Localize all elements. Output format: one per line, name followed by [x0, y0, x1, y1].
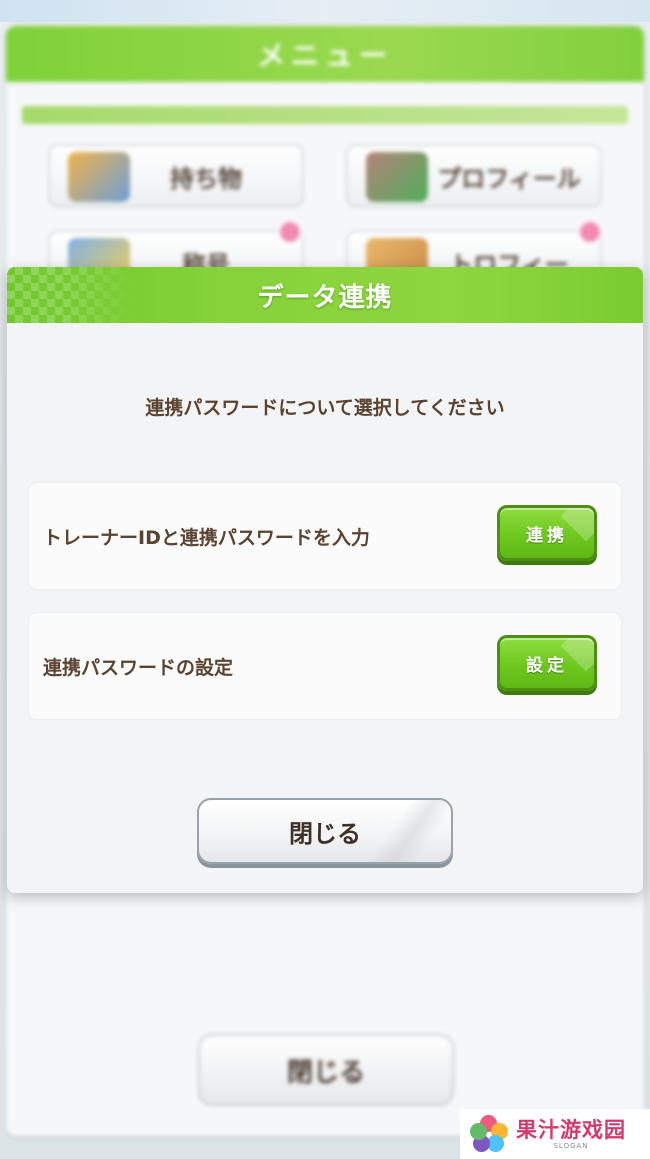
- menu-button-items: 持ち物: [48, 144, 304, 208]
- link-button[interactable]: 連携: [497, 505, 597, 561]
- watermark-slogan: SLOGAN: [553, 1142, 589, 1150]
- menu-title: メニュー: [256, 39, 393, 72]
- top-status-strip: [0, 0, 650, 22]
- items-icon: [68, 152, 130, 202]
- menu-close-button: 閉じる: [198, 1034, 454, 1106]
- menu-close-label: 閉じる: [286, 1057, 365, 1088]
- menu-button-profile: プロフィール: [346, 144, 602, 208]
- profile-icon: [366, 152, 428, 202]
- dialog-title: データ連携: [257, 282, 393, 313]
- option-row-link: トレーナーIDと連携パスワードを入力 連携: [29, 483, 621, 589]
- notification-badge: [578, 220, 602, 244]
- menu-section-bar: [22, 106, 628, 124]
- watermark: 果汁游戏园 SLOGAN: [460, 1109, 650, 1159]
- close-button[interactable]: 閉じる: [197, 798, 453, 864]
- link-button-label: 連携: [526, 525, 568, 546]
- dialog-prompt: 連携パスワードについて選択してください: [145, 397, 505, 419]
- set-password-button-label: 設定: [526, 655, 568, 676]
- flower-logo-icon: [470, 1115, 508, 1153]
- dialog-header: データ連携: [7, 267, 643, 323]
- menu-header: メニュー: [6, 26, 644, 82]
- option-row-set-password: 連携パスワードの設定 設定: [29, 613, 621, 719]
- menu-button-label: プロフィール: [437, 164, 581, 193]
- header-pattern: [7, 267, 137, 323]
- option-label: 連携パスワードの設定: [43, 656, 234, 679]
- menu-button-label: 持ち物: [170, 164, 242, 193]
- close-button-label: 閉じる: [289, 819, 361, 848]
- set-password-button[interactable]: 設定: [497, 635, 597, 691]
- option-label: トレーナーIDと連携パスワードを入力: [43, 526, 370, 549]
- notification-badge: [278, 220, 302, 244]
- data-link-dialog: データ連携 連携パスワードについて選択してください トレーナーIDと連携パスワー…: [7, 267, 643, 893]
- watermark-name: 果汁游戏园: [516, 1118, 626, 1142]
